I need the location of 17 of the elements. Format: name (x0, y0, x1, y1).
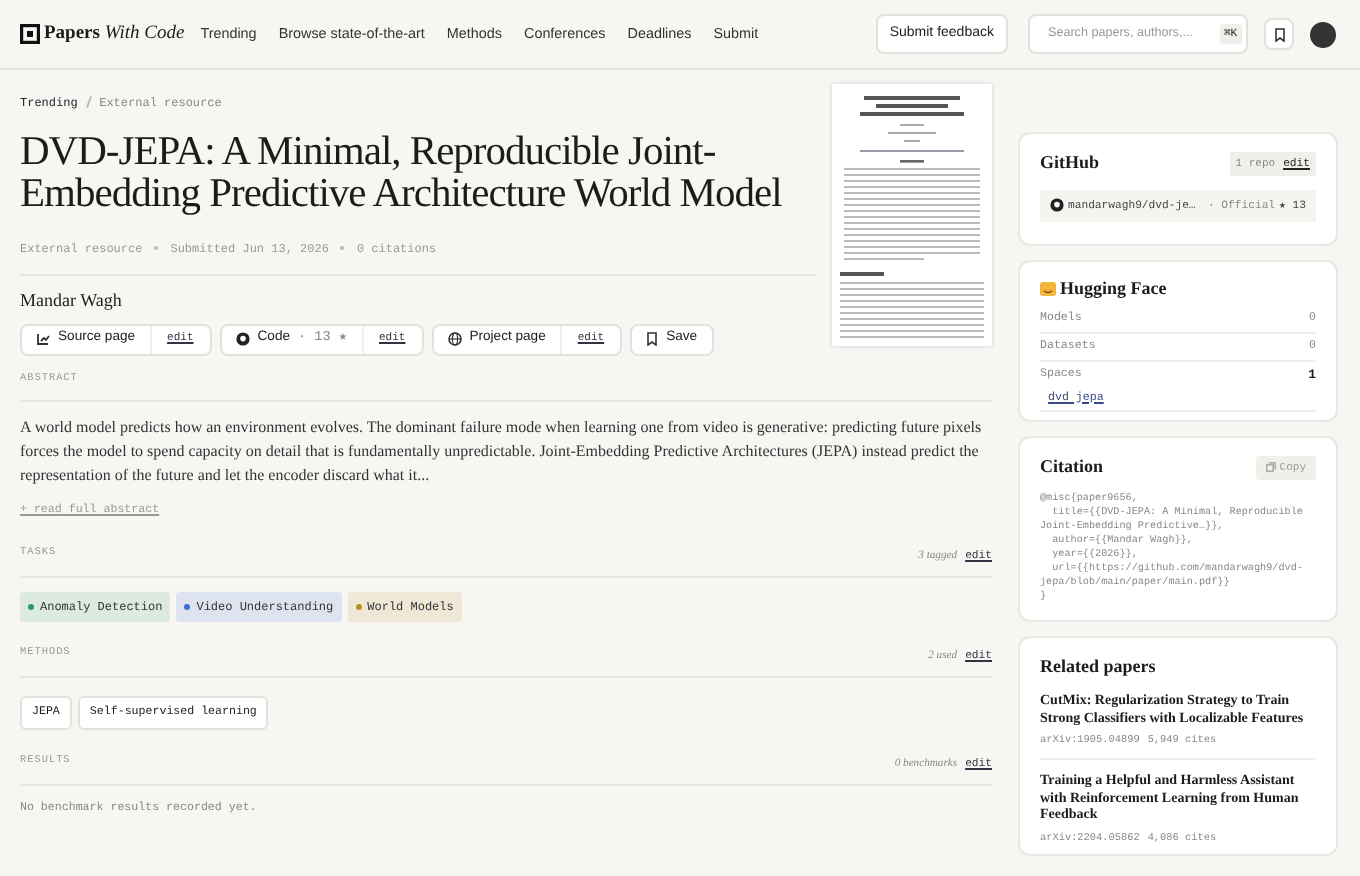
face-icon (1040, 282, 1056, 297)
bookmarks-button[interactable] (1264, 18, 1294, 50)
bookmark-icon (1273, 27, 1285, 41)
author-name[interactable]: Mandar Wagh (20, 288, 816, 315)
copy-icon (1265, 462, 1276, 473)
paper-title: DVD-JEPA: A Minimal, Reproducible Joint-Embedding Predictive Architecture World Model (20, 132, 784, 216)
card-title: Related papers (1040, 653, 1158, 680)
card-title: Citation (1040, 454, 1103, 481)
bookmark-icon (646, 332, 659, 346)
chart-icon (36, 332, 50, 346)
abstract-text: A world model predicts how an environment evolves. The dominant failure mode when learning one from video is generative: predicting future pixels forces the model to spend capacity on detail that is fundamentally unpredictable. Joint-Embedding Predictive Architectures (JEPA) instead predict the representation of the future and let the encoder discard what it... (20, 416, 984, 489)
avatar[interactable] (1310, 21, 1336, 47)
logo[interactable]: Papers With Code (44, 19, 185, 49)
logo-icon (20, 24, 40, 44)
globe-icon (447, 332, 462, 346)
card-title: Hugging Face (1060, 275, 1167, 302)
card-title: GitHub (1040, 150, 1100, 176)
